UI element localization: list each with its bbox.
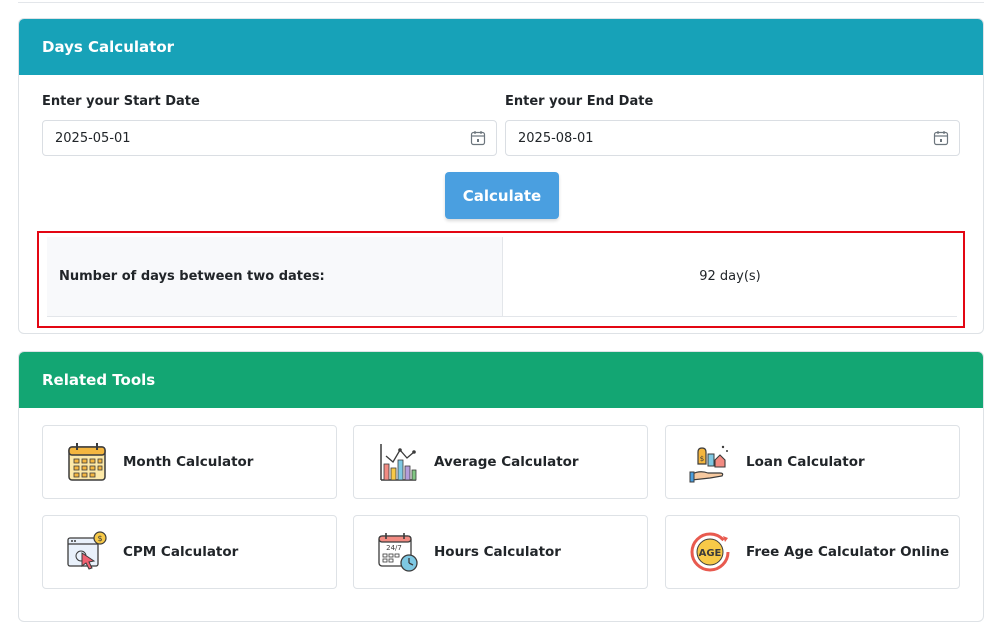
result-label: Number of days between two dates: [47, 237, 502, 317]
svg-text:24/7: 24/7 [386, 544, 402, 552]
start-date-value: 2025-05-01 [55, 130, 131, 146]
tool-label: Loan Calculator [746, 454, 865, 470]
start-date-label: Enter your Start Date [42, 94, 200, 109]
calendar-icon [68, 443, 106, 481]
result-value: 92 day(s) [502, 237, 957, 317]
tool-loan-calculator[interactable]: $ Loan Calculator [665, 425, 960, 499]
days-calculator-card: Days Calculator Enter your Start Date En… [18, 18, 984, 334]
browser-cursor-icon: $ [67, 531, 107, 570]
tool-label: Average Calculator [434, 454, 579, 470]
svg-text:AGE: AGE [699, 548, 722, 559]
result-highlight-box: Number of days between two dates: 92 day… [37, 231, 965, 328]
related-tools-card: Related Tools Month Calculator Average C… [18, 351, 984, 622]
calendar-picker-icon[interactable] [470, 130, 486, 146]
money-hand-icon: $ [689, 445, 728, 483]
bar-chart-icon [380, 444, 417, 481]
tool-hours-calculator[interactable]: 24/7 Hours Calculator [353, 515, 648, 589]
tool-month-calculator[interactable]: Month Calculator [42, 425, 337, 499]
svg-text:$: $ [700, 455, 704, 463]
end-date-input[interactable]: 2025-08-01 [505, 120, 960, 156]
days-calculator-title: Days Calculator [42, 38, 175, 56]
related-tools-header: Related Tools [19, 352, 983, 408]
svg-text:$: $ [97, 534, 102, 543]
page-top-divider [18, 0, 984, 3]
end-date-label: Enter your End Date [505, 94, 654, 109]
start-date-input[interactable]: 2025-05-01 [42, 120, 497, 156]
tool-label: Free Age Calculator Online [746, 544, 950, 560]
tool-age-calculator[interactable]: AGE Free Age Calculator Online [665, 515, 960, 589]
end-date-value: 2025-08-01 [518, 130, 594, 146]
calculate-button[interactable]: Calculate [445, 172, 559, 219]
tool-cpm-calculator[interactable]: $ CPM Calculator [42, 515, 337, 589]
related-tools-title: Related Tools [42, 371, 156, 389]
tool-label: Hours Calculator [434, 544, 561, 560]
calendar-clock-icon: 24/7 [378, 533, 418, 572]
tool-label: Month Calculator [123, 454, 254, 470]
days-calculator-header: Days Calculator [19, 19, 983, 75]
tool-label: CPM Calculator [123, 544, 239, 560]
calendar-picker-icon[interactable] [933, 130, 949, 146]
age-icon: AGE [690, 532, 730, 572]
tool-average-calculator[interactable]: Average Calculator [353, 425, 648, 499]
